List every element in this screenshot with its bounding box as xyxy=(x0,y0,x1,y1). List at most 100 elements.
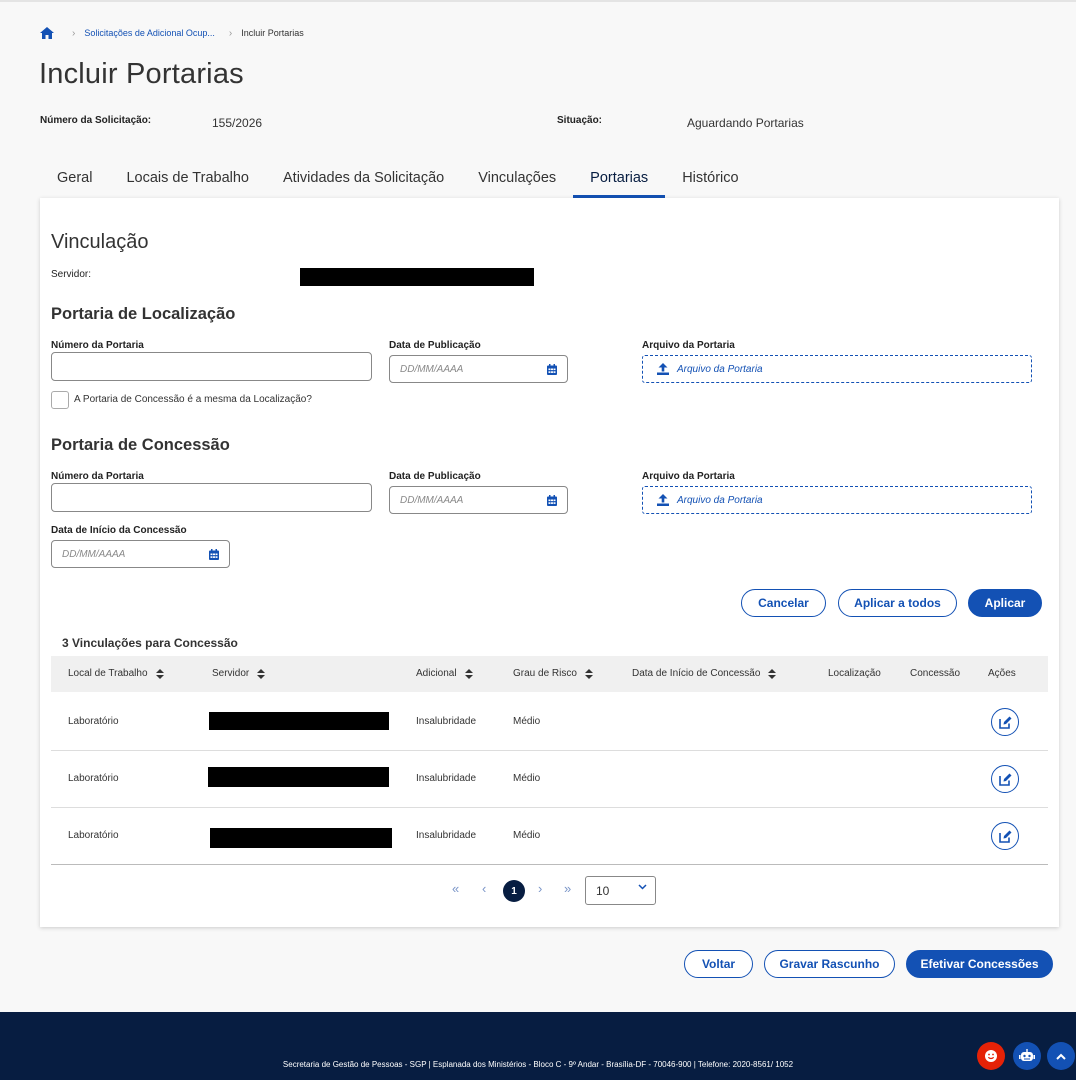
tab-historico[interactable]: Histórico xyxy=(665,160,755,198)
page-title: Incluir Portarias xyxy=(39,58,244,90)
edit-icon xyxy=(998,716,1011,729)
calendar-icon[interactable] xyxy=(209,548,219,560)
footer-text: Secretaria de Gestão de Pessoas - SGP | … xyxy=(282,1060,794,1069)
cell-adicional: Insalubridade xyxy=(416,830,477,841)
page-size-select[interactable]: 10 xyxy=(585,876,656,905)
concessao-data-label: Data de Publicação xyxy=(389,471,481,482)
localizacao-title: Portaria de Localização xyxy=(51,305,236,323)
edit-icon xyxy=(998,773,1011,786)
th-label: Adicional xyxy=(416,668,457,679)
tab-vinculacoes[interactable]: Vinculações xyxy=(461,160,573,198)
cell-servidor-redacted xyxy=(209,712,389,730)
sort-icon[interactable] xyxy=(257,668,266,679)
concessao-data-input[interactable]: DD/MM/AAAA xyxy=(389,486,568,514)
cell-local: Laboratório xyxy=(68,773,119,784)
breadcrumb-solicitacoes-link[interactable]: Solicitações de Adicional Ocup... xyxy=(84,28,215,38)
home-icon[interactable] xyxy=(40,27,54,39)
calendar-icon[interactable] xyxy=(547,494,557,506)
chevron-down-icon xyxy=(638,883,647,890)
th-label: Data de Início de Concessão xyxy=(632,668,761,679)
voltar-button[interactable]: Voltar xyxy=(684,950,753,978)
cell-servidor-redacted xyxy=(210,828,392,848)
localizacao-data-placeholder: DD/MM/AAAA xyxy=(400,363,464,375)
concessao-arquivo-placeholder: Arquivo da Portaria xyxy=(677,494,763,506)
situacao-label: Situação: xyxy=(557,115,603,126)
tab-geral[interactable]: Geral xyxy=(40,160,109,198)
concessao-numero-input[interactable] xyxy=(51,483,372,512)
sort-icon[interactable] xyxy=(155,668,164,679)
upload-icon xyxy=(657,494,669,506)
th-servidor[interactable]: Servidor xyxy=(212,668,266,679)
calendar-icon[interactable] xyxy=(547,363,557,375)
next-page-icon[interactable]: › xyxy=(538,881,542,896)
mesma-portaria-checkbox[interactable] xyxy=(51,391,69,409)
breadcrumb-separator-icon: › xyxy=(228,27,233,39)
scroll-top-fab[interactable] xyxy=(1047,1042,1075,1070)
th-grau-risco[interactable]: Grau de Risco xyxy=(513,668,593,679)
row-divider xyxy=(51,750,1048,751)
upload-icon xyxy=(657,363,669,375)
breadcrumb-separator-icon: › xyxy=(72,27,76,39)
th-adicional[interactable]: Adicional xyxy=(416,668,473,679)
prev-page-icon[interactable]: ‹ xyxy=(482,881,486,896)
th-acoes: Ações xyxy=(988,668,1016,679)
cell-grau: Médio xyxy=(513,773,541,784)
cell-local: Laboratório xyxy=(68,716,119,727)
last-page-icon[interactable]: » xyxy=(564,881,571,896)
first-page-icon[interactable]: « xyxy=(452,881,459,896)
cell-servidor-redacted xyxy=(208,767,389,787)
edit-button[interactable] xyxy=(991,822,1019,850)
feedback-fab[interactable] xyxy=(977,1042,1005,1070)
cell-adicional: Insalubridade xyxy=(416,716,477,727)
tab-atividades[interactable]: Atividades da Solicitação xyxy=(266,160,461,198)
page-size-value: 10 xyxy=(596,883,610,898)
tab-portarias[interactable]: Portarias xyxy=(573,160,666,198)
localizacao-numero-input[interactable] xyxy=(51,352,372,381)
localizacao-arquivo-label: Arquivo da Portaria xyxy=(642,340,735,351)
footer: Secretaria de Gestão de Pessoas - SGP | … xyxy=(0,1012,1076,1080)
gravar-rascunho-button[interactable]: Gravar Rascunho xyxy=(764,950,895,978)
chatbot-fab[interactable] xyxy=(1013,1042,1041,1070)
table-caption: 3 Vinculações para Concessão xyxy=(62,636,238,650)
localizacao-arquivo-placeholder: Arquivo da Portaria xyxy=(677,363,763,375)
cancelar-button[interactable]: Cancelar xyxy=(741,589,826,617)
localizacao-arquivo-upload[interactable]: Arquivo da Portaria xyxy=(642,355,1032,383)
localizacao-data-input[interactable]: DD/MM/AAAA xyxy=(389,355,568,383)
th-label: Local de Trabalho xyxy=(68,668,148,679)
concessao-title: Portaria de Concessão xyxy=(51,436,230,454)
sort-icon[interactable] xyxy=(768,668,777,679)
tab-locais-de-trabalho[interactable]: Locais de Trabalho xyxy=(109,160,266,198)
top-border xyxy=(0,0,1076,2)
efetivar-concessoes-button[interactable]: Efetivar Concessões xyxy=(906,950,1053,978)
smile-icon xyxy=(985,1050,997,1062)
edit-button[interactable] xyxy=(991,708,1019,736)
situacao-value: Aguardando Portarias xyxy=(687,116,804,130)
sort-icon[interactable] xyxy=(584,668,593,679)
page-number-button[interactable]: 1 xyxy=(503,880,525,902)
concessao-inicio-label: Data de Início da Concessão xyxy=(51,525,187,536)
th-concessao: Concessão xyxy=(910,668,961,679)
cell-grau: Médio xyxy=(513,716,541,727)
concessao-inicio-input[interactable]: DD/MM/AAAA xyxy=(51,540,230,568)
aplicar-todos-button[interactable]: Aplicar a todos xyxy=(838,589,957,617)
th-localizacao: Localização xyxy=(828,668,881,679)
edit-icon xyxy=(998,830,1011,843)
robot-icon xyxy=(1019,1049,1035,1061)
mesma-portaria-label: A Portaria de Concessão é a mesma da Loc… xyxy=(74,394,312,405)
concessao-arquivo-upload[interactable]: Arquivo da Portaria xyxy=(642,486,1032,514)
sort-icon[interactable] xyxy=(464,668,473,679)
concessao-numero-label: Número da Portaria xyxy=(51,471,144,482)
concessao-arquivo-label: Arquivo da Portaria xyxy=(642,471,735,482)
th-local-trabalho[interactable]: Local de Trabalho xyxy=(68,668,164,679)
cell-adicional: Insalubridade xyxy=(416,773,477,784)
th-data-inicio[interactable]: Data de Início de Concessão xyxy=(632,668,777,679)
tab-bar: Geral Locais de Trabalho Atividades da S… xyxy=(40,160,756,198)
vinculacao-title: Vinculação xyxy=(51,231,149,253)
servidor-redacted xyxy=(300,268,534,286)
numero-solicitacao-label: Número da Solicitação: xyxy=(40,115,152,126)
aplicar-button[interactable]: Aplicar xyxy=(968,589,1042,617)
edit-button[interactable] xyxy=(991,765,1019,793)
cell-grau: Médio xyxy=(513,830,541,841)
concessao-inicio-placeholder: DD/MM/AAAA xyxy=(62,548,126,560)
numero-solicitacao-value: 155/2026 xyxy=(212,116,263,130)
